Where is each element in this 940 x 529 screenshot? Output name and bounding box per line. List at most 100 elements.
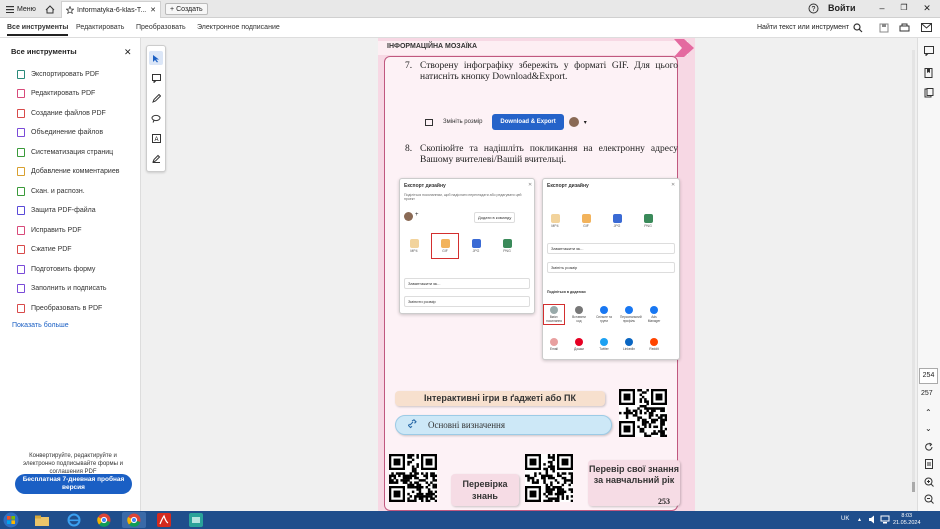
tool-item[interactable]: Исправить PDF (17, 223, 82, 237)
tool-item[interactable]: Подготовить форму (17, 262, 95, 276)
text-box-icon[interactable]: A (149, 131, 163, 145)
app-icon[interactable] (184, 512, 208, 528)
reddit-app: Reddit (645, 338, 663, 351)
tool-item[interactable]: Заполнить и подписать (17, 282, 107, 296)
panel-title: Все инструменты (11, 47, 77, 56)
lasso-icon[interactable] (149, 111, 163, 125)
dialog-title: Експорт дизайну (404, 183, 446, 189)
search-icon[interactable] (853, 23, 863, 33)
menu-button[interactable]: Меню (2, 2, 40, 16)
link-icon (408, 419, 420, 429)
tool-item[interactable]: Сжатие PDF (17, 243, 72, 257)
scrollbar-thumb[interactable] (912, 482, 915, 492)
tool-icon (17, 206, 25, 215)
promo-text: Конвертируйте, редактируйте и электронно… (23, 453, 123, 475)
refresh-icon[interactable] (924, 442, 934, 452)
clock[interactable]: 8:03 21.05.2024 (893, 513, 921, 527)
tool-item[interactable]: Объединение файлов (17, 126, 103, 140)
avatar (404, 212, 413, 221)
tab-e-sign[interactable]: Электронное подписание (197, 24, 280, 31)
chrome-active-icon[interactable] (122, 512, 146, 528)
scrollbar-track[interactable] (912, 50, 915, 490)
zoom-out-icon[interactable] (924, 494, 934, 504)
format-mp4: MP4 (547, 214, 563, 228)
tool-item[interactable]: Добавление комментариев (17, 165, 119, 179)
bookmark-icon[interactable] (924, 68, 934, 78)
tool-item[interactable]: Создание файлов PDF (17, 106, 106, 120)
stamp-icon[interactable] (149, 151, 163, 165)
tool-item[interactable]: Скан. и распозн. (17, 184, 85, 198)
facebook-profile-app: Персональний профіль (620, 306, 642, 323)
share-apps-title: Поділіться в додатках (547, 290, 586, 294)
new-tab-button[interactable]: + Создать (165, 3, 208, 15)
page-up-icon[interactable]: ⌃ (925, 408, 932, 417)
trial-button[interactable]: Бесплатная 7-дневная пробная версия (15, 474, 132, 494)
tool-item[interactable]: Систематизация страниц (17, 145, 113, 159)
close-icon[interactable]: ✕ (150, 6, 156, 14)
mail-icon[interactable] (921, 23, 932, 32)
comment-icon[interactable] (149, 71, 163, 85)
home-button[interactable] (40, 2, 60, 16)
select-cursor-icon[interactable] (149, 51, 163, 65)
window-close-icon[interactable]: ✕ (921, 3, 933, 15)
print-icon[interactable] (899, 23, 910, 33)
home-icon (45, 4, 55, 14)
page-down-icon[interactable]: ⌄ (925, 424, 932, 433)
volume-icon[interactable] (868, 515, 878, 524)
tool-label: Объединение файлов (31, 129, 104, 136)
tab-edit[interactable]: Редактировать (76, 24, 124, 31)
help-icon[interactable]: ? (808, 3, 820, 15)
format-mp4: MP4 (406, 239, 422, 253)
acrobat-icon[interactable] (152, 512, 176, 528)
star-icon[interactable] (66, 6, 74, 14)
network-icon[interactable] (880, 515, 890, 524)
change-size-row: Змінити розмір (404, 296, 530, 307)
ie-icon[interactable] (62, 512, 86, 528)
current-page-input[interactable]: 254 (919, 368, 938, 384)
show-more-link[interactable]: Показать больше (12, 322, 69, 329)
content-frame: 7. Створену інфографіку збережіть у форм… (384, 56, 680, 511)
resize-button: Змініть розмір (443, 119, 483, 125)
document-icon[interactable] (924, 459, 934, 469)
tray-arrow-icon[interactable]: ▴ (858, 516, 861, 523)
language-indicator[interactable]: UK (841, 516, 849, 522)
format-gif: GIF (578, 214, 594, 228)
tool-icon (17, 89, 25, 98)
pages-icon[interactable] (924, 88, 934, 98)
comment-panel-icon[interactable] (924, 46, 934, 56)
add-to-team-button: Додати в команду (474, 212, 516, 223)
format-png: PNG (640, 214, 656, 228)
tool-item[interactable]: Редактировать PDF (17, 87, 95, 101)
find-tool-label[interactable]: Найти текст или инструмент (757, 24, 849, 31)
section-header: ІНФОРМАЦІЙНА МОЗАЇКА (387, 43, 478, 50)
tool-label: Преобразовать в PDF (31, 304, 103, 312)
embed-code-app: Вставити код (570, 306, 588, 323)
tool-item[interactable]: Экспортировать PDF (17, 67, 99, 81)
clock-time: 8:03 (901, 513, 913, 519)
tab-all-tools[interactable]: Все инструменты (7, 24, 69, 36)
start-icon[interactable] (2, 512, 22, 528)
format-gif: GIF (431, 233, 459, 259)
tool-item[interactable]: Защита PDF-файла (17, 204, 96, 218)
tool-icon (17, 303, 25, 313)
zoom-in-icon[interactable] (924, 477, 934, 487)
avatar (568, 117, 579, 127)
save-icon[interactable] (879, 23, 889, 33)
signin-button[interactable]: Войти (828, 3, 855, 13)
document-tab[interactable]: Informatyka-6-klas-T... ✕ (61, 1, 161, 18)
tab-convert[interactable]: Преобразовать (136, 24, 186, 31)
maximize-icon[interactable]: ❐ (898, 3, 910, 15)
tool-item[interactable]: Преобразовать в PDF (17, 301, 102, 315)
hamburger-icon (6, 5, 14, 13)
explorer-icon[interactable] (30, 512, 54, 528)
knowledge-check-pill: Перевірка знань (451, 474, 519, 506)
chevron-down-icon: ▾ (583, 119, 587, 126)
format-row: MP4 GIF JPG PNG (547, 214, 656, 228)
pen-icon[interactable] (149, 91, 163, 105)
panel-close-icon[interactable]: ✕ (124, 47, 132, 58)
dialog-title: Експорт дизайну (547, 183, 589, 189)
tool-label: Защита PDF-файла (31, 207, 96, 214)
chrome-icon[interactable] (92, 512, 116, 528)
apps-row-1: Вміст. посилання Вставити код Спільне та… (543, 304, 663, 325)
minimize-icon[interactable]: – (876, 3, 888, 15)
